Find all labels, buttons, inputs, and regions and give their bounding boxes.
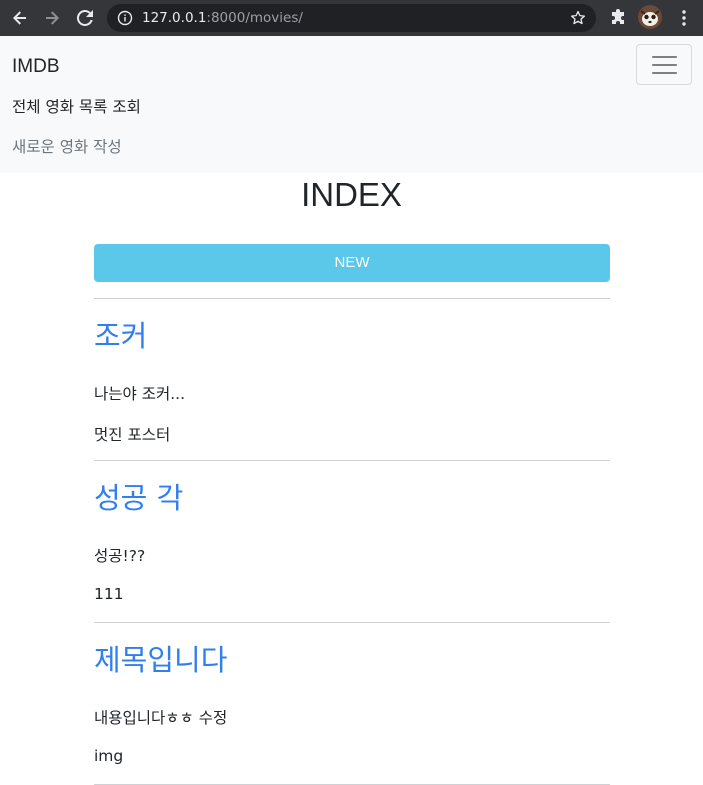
movie-title-link[interactable]: 제목입니다 [94,637,227,679]
more-menu-icon[interactable] [676,9,692,27]
profile-avatar[interactable] [638,5,662,29]
address-bar[interactable]: 127.0.0.1:8000/movies/ [107,4,596,32]
bookmark-star-icon[interactable] [570,10,586,26]
movie-description: 성공!?? [94,547,146,565]
movie-poster-text: 멋진 포스터 [94,426,171,444]
hamburger-icon-line [652,56,677,58]
navbar-toggler-button[interactable] [636,44,692,85]
url-text: 127.0.0.1:8000/movies/ [142,10,303,26]
profile-avatar-icon [638,5,662,29]
navbar-brand[interactable]: IMDB [12,56,60,78]
movie-poster-text: 111 [94,585,124,603]
extensions-puzzle-icon[interactable] [609,9,627,27]
movie-title-link[interactable]: 성공 각 [94,475,183,517]
reload-button[interactable] [70,0,100,36]
new-movie-button[interactable]: NEW [94,244,610,282]
info-icon[interactable] [117,10,133,26]
arrow-left-icon [13,11,26,25]
page-title: INDEX [301,176,402,213]
back-button[interactable] [5,0,35,36]
nav-link-new-movie[interactable]: 새로운 영화 작성 [12,135,122,157]
divider [94,622,610,623]
movie-poster-text: img [94,747,124,765]
hamburger-icon-line [652,64,677,66]
forward-button[interactable] [37,0,67,36]
hamburger-icon-line [652,72,677,74]
arrow-right-icon [46,11,59,25]
browser-toolbar: 127.0.0.1:8000/movies/ [0,0,703,36]
movie-description: 내용입니다ㅎㅎ 수정 [94,709,228,727]
movie-title-link[interactable]: 조커 [94,313,147,355]
divider [94,460,610,461]
nav-link-movie-list[interactable]: 전체 영화 목록 조회 [12,95,141,117]
reload-icon [77,10,93,26]
divider [94,298,610,299]
movie-description: 나는야 조커... [94,385,186,403]
